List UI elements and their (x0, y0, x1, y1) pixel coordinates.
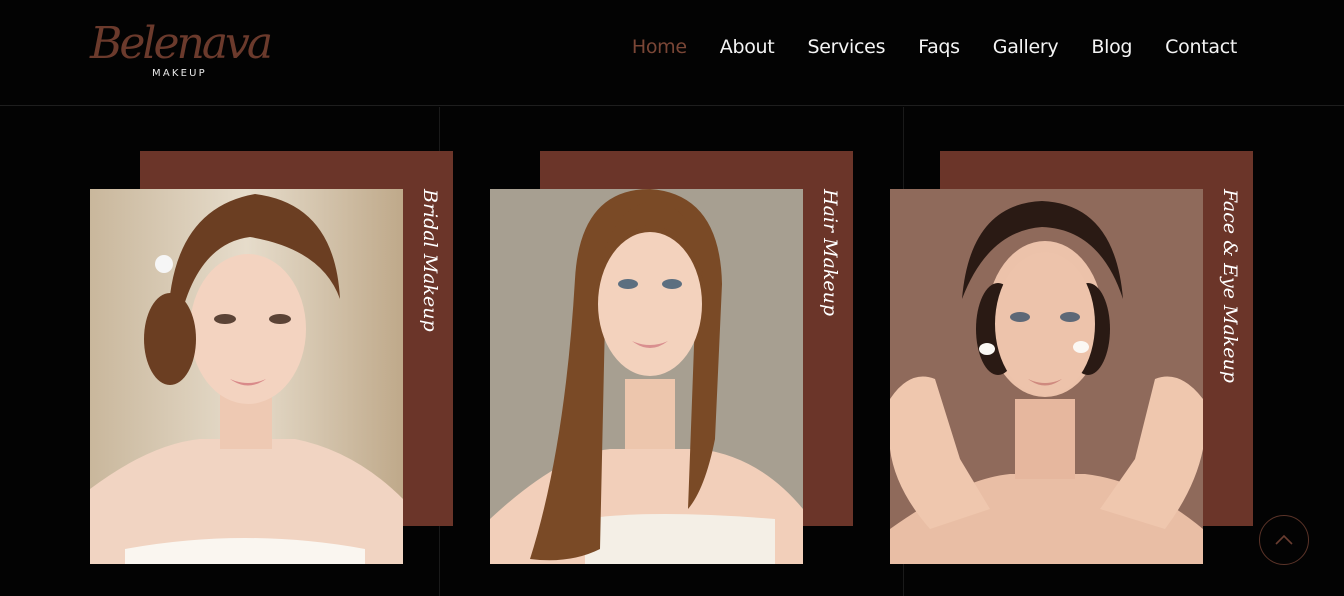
card-title: Bridal Makeup (419, 189, 441, 332)
chevron-up-icon (1275, 534, 1293, 545)
scroll-to-top-button[interactable] (1259, 515, 1309, 565)
nav-faqs[interactable]: Faqs (918, 36, 960, 58)
card-title: Hair Makeup (819, 189, 841, 317)
nav-blog[interactable]: Blog (1091, 36, 1132, 58)
hair-photo (490, 189, 803, 564)
brand-logo[interactable]: Belenava MAKEUP (90, 14, 273, 86)
service-card-hair[interactable]: Hair Makeup (490, 151, 853, 564)
nav-services[interactable]: Services (807, 36, 885, 58)
bridal-photo (90, 189, 403, 564)
nav-contact[interactable]: Contact (1165, 36, 1237, 58)
site-header: Belenava MAKEUP Home About Services Faqs… (0, 0, 1344, 106)
logo-script: Belenava (90, 18, 273, 69)
nav-about[interactable]: About (720, 36, 775, 58)
main-nav: Home About Services Faqs Gallery Blog Co… (632, 36, 1237, 58)
card-title: Face & Eye Makeup (1219, 189, 1241, 383)
face-eye-photo (890, 189, 1203, 564)
nav-home[interactable]: Home (632, 36, 687, 58)
logo-subtitle: MAKEUP (152, 68, 207, 79)
service-card-face-eye[interactable]: Face & Eye Makeup (890, 151, 1253, 564)
service-card-bridal[interactable]: Bridal Makeup (90, 151, 453, 564)
nav-gallery[interactable]: Gallery (993, 36, 1059, 58)
